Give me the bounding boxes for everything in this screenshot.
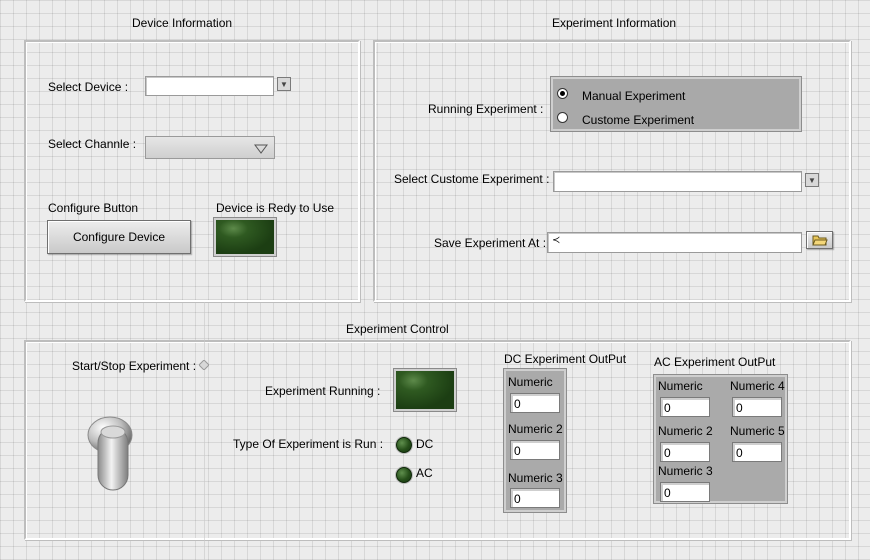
ac-numeric-field[interactable]: 0 — [660, 397, 710, 417]
ac-numeric-3-label: Numeric 3 — [658, 464, 713, 478]
dc-numeric-2-label: Numeric 2 — [508, 422, 563, 436]
ac-output-title: AC Experiment OutPut — [654, 355, 776, 369]
experiment-type-radio-group: Manual Experiment Custome Experiment — [550, 76, 802, 132]
dc-output-title: DC Experiment OutPut — [504, 352, 627, 366]
start-stop-label: Start/Stop Experiment : — [72, 359, 197, 373]
experiment-control-title: Experiment Control — [346, 322, 449, 336]
path-icon: ≺ — [552, 235, 561, 246]
ac-numeric-3-field[interactable]: 0 — [660, 482, 710, 502]
select-custom-experiment-browse-button[interactable]: ▼ — [805, 173, 819, 187]
experiment-type-label: Type Of Experiment is Run : — [233, 437, 384, 451]
select-channel-label: Select Channle : — [48, 137, 137, 151]
custom-experiment-radio[interactable] — [557, 112, 568, 123]
folder-icon — [811, 235, 828, 246]
device-ready-label: Device is Redy to Use — [216, 201, 335, 215]
grid-divider — [204, 302, 205, 560]
select-custom-experiment-label: Select Custome Experiment : — [394, 172, 550, 186]
ac-numeric-2-label: Numeric 2 — [658, 424, 713, 438]
ac-indicator-led — [396, 467, 412, 483]
ac-output-cluster: Numeric 0 Numeric 4 0 Numeric 2 0 Numeri… — [653, 374, 788, 504]
dc-output-cluster: Numeric 0 Numeric 2 0 Numeric 3 0 — [503, 368, 567, 513]
ac-numeric-label: Numeric — [658, 379, 703, 393]
configure-button-caption: Configure Button — [48, 201, 139, 215]
save-experiment-path-field[interactable]: ≺ — [547, 232, 802, 253]
experiment-information-title: Experiment Information — [552, 16, 677, 30]
custom-experiment-label[interactable]: Custome Experiment — [582, 113, 694, 127]
select-custom-experiment-field[interactable] — [553, 171, 802, 192]
save-experiment-at-label: Save Experiment At : — [434, 236, 547, 250]
browse-icon: ▼ — [280, 79, 288, 89]
select-device-label: Select Device : — [48, 80, 129, 94]
dc-numeric-label: Numeric — [508, 375, 553, 389]
browse-icon: ▼ — [808, 175, 816, 185]
select-channel-dropdown[interactable] — [145, 136, 275, 159]
ac-numeric-5-field[interactable]: 0 — [732, 442, 782, 462]
configure-device-button-label: Configure Device — [72, 230, 166, 244]
dc-numeric-2-field[interactable]: 0 — [510, 440, 560, 460]
dc-indicator-led — [396, 437, 412, 453]
ac-numeric-4-field[interactable]: 0 — [732, 397, 782, 417]
running-experiment-label: Running Experiment : — [428, 102, 544, 116]
dc-numeric-field[interactable]: 0 — [510, 393, 560, 413]
diamond-indicator-icon — [199, 360, 209, 370]
dc-numeric-3-label: Numeric 3 — [508, 471, 563, 485]
dc-indicator-label: DC — [416, 437, 434, 451]
ac-numeric-5-label: Numeric 5 — [730, 424, 785, 438]
device-ready-led — [213, 217, 277, 257]
browse-folder-button[interactable] — [806, 231, 833, 249]
experiment-running-label: Experiment Running : — [265, 384, 381, 398]
chevron-down-icon — [254, 144, 268, 154]
ac-numeric-2-field[interactable]: 0 — [660, 442, 710, 462]
select-device-browse-button[interactable]: ▼ — [277, 77, 291, 91]
select-device-field[interactable] — [145, 76, 274, 96]
manual-experiment-radio[interactable] — [557, 88, 568, 99]
configure-device-button[interactable]: Configure Device — [47, 220, 191, 254]
manual-experiment-label[interactable]: Manual Experiment — [582, 89, 685, 103]
start-stop-toggle-switch[interactable] — [84, 410, 144, 500]
experiment-running-led — [393, 368, 457, 412]
ac-numeric-4-label: Numeric 4 — [730, 379, 785, 393]
device-information-title: Device Information — [132, 16, 233, 30]
ac-indicator-label: AC — [416, 466, 433, 480]
dc-numeric-3-field[interactable]: 0 — [510, 488, 560, 508]
